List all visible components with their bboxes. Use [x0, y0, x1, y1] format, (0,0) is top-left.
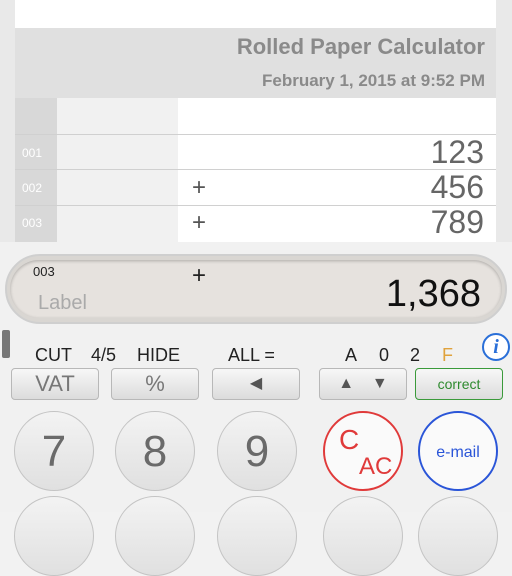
percent-button[interactable]: % — [111, 368, 199, 400]
tape-row-operator: + — [192, 209, 207, 236]
display-label-field[interactable]: Label — [38, 292, 87, 315]
up-arrow-icon: ▲ — [338, 375, 355, 392]
tape-row-value[interactable]: 123 — [431, 134, 484, 171]
key-bottom-row[interactable] — [323, 496, 403, 576]
tape-top-margin — [15, 0, 496, 28]
mode-f-label[interactable]: F — [442, 345, 453, 366]
key-bottom-row[interactable] — [115, 496, 195, 576]
clear-all-key[interactable]: C AC — [323, 411, 403, 491]
tape-row-number: 002 — [22, 181, 43, 195]
key-8[interactable]: 8 — [115, 411, 195, 491]
tape-row-divider — [15, 169, 496, 170]
all-clear-label: AC — [359, 453, 393, 480]
vat-button[interactable]: VAT — [11, 368, 99, 400]
correct-button[interactable]: correct — [415, 368, 503, 400]
tape-row-value[interactable]: 789 — [431, 204, 484, 241]
mode-0-label[interactable]: 0 — [379, 345, 389, 366]
tape-row-operator: + — [192, 174, 207, 201]
email-key[interactable]: e-mail — [418, 411, 498, 491]
mode-a-label[interactable]: A — [345, 345, 357, 366]
back-button[interactable]: ◀ — [212, 368, 300, 400]
display-value: 1,368 — [385, 273, 481, 315]
tape-row-divider — [15, 134, 496, 135]
tape-title: Rolled Paper Calculator — [236, 34, 485, 59]
all-equals-label[interactable]: ALL = — [228, 345, 275, 366]
left-arrow-icon: ◀ — [249, 375, 263, 392]
key-9[interactable]: 9 — [217, 411, 297, 491]
key-7[interactable]: 7 — [14, 411, 94, 491]
tape-row-number: 001 — [22, 146, 43, 160]
hide-label[interactable]: HIDE — [137, 345, 180, 366]
tape-row-divider — [15, 205, 496, 206]
key-bottom-row[interactable] — [418, 496, 498, 576]
rounding-label[interactable]: 4/5 — [91, 345, 116, 366]
up-down-button[interactable]: ▲ ▼ — [319, 368, 407, 400]
tape-row-value[interactable]: 456 — [431, 169, 484, 206]
clear-label: C — [339, 424, 360, 455]
tape-row-number: 003 — [22, 216, 43, 230]
tape-datetime: February 1, 2015 at 9:52 PM — [261, 71, 485, 90]
cut-label[interactable]: CUT — [35, 345, 72, 366]
mode-2-label[interactable]: 2 — [410, 345, 420, 366]
display-operator: + — [192, 262, 207, 289]
down-arrow-icon: ▼ — [371, 375, 388, 392]
display-line-number: 003 — [33, 264, 55, 279]
key-bottom-row[interactable] — [14, 496, 94, 576]
drag-handle[interactable] — [2, 330, 10, 358]
tape-label-column — [57, 98, 178, 242]
key-bottom-row[interactable] — [217, 496, 297, 576]
info-icon[interactable]: i — [482, 333, 510, 361]
